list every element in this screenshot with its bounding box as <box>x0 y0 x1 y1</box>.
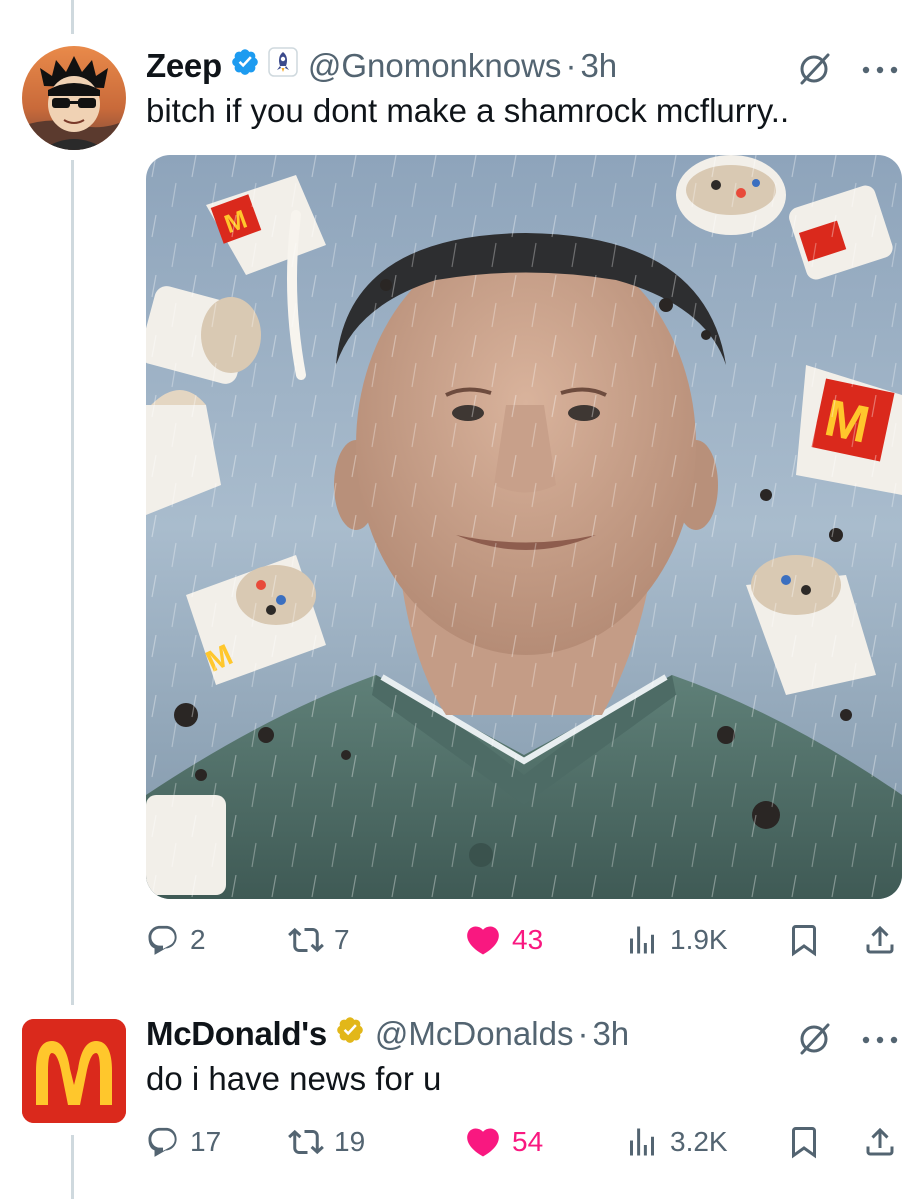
like-icon <box>467 1128 499 1157</box>
display-name[interactable]: McDonald's <box>146 1015 327 1053</box>
more-icon[interactable] <box>862 62 898 80</box>
like-button[interactable]: 54 <box>464 1120 543 1164</box>
action-bar: 2 7 43 1.9K <box>146 918 902 962</box>
tweet-header: Zeep @Gnomonknows · 3h <box>146 44 617 88</box>
reply-button[interactable]: 17 <box>146 1120 221 1164</box>
timestamp[interactable]: 3h <box>592 1015 629 1053</box>
reply-icon <box>148 1127 177 1157</box>
timestamp[interactable]: 3h <box>580 47 617 85</box>
repost-button[interactable]: 19 <box>288 1120 365 1164</box>
like-icon <box>467 926 499 955</box>
repost-icon <box>288 1129 324 1155</box>
bookmark-icon <box>792 925 816 957</box>
avatar-zeep[interactable] <box>22 46 126 150</box>
tweet-text: bitch if you dont make a shamrock mcflur… <box>146 92 790 129</box>
views-icon <box>630 1128 654 1156</box>
reply-count: 17 <box>190 1126 222 1157</box>
user-handle[interactable]: @Gnomonknows <box>308 47 562 85</box>
share-icon <box>866 925 894 954</box>
bookmark-button[interactable] <box>786 1120 822 1164</box>
share-icon <box>866 1127 894 1156</box>
tweet-text: do i have news for u <box>146 1060 442 1097</box>
grok-icon[interactable] <box>795 1020 833 1063</box>
tweet-zeep[interactable]: Zeep @Gnomonknows · 3h bitch if you dont… <box>0 0 923 990</box>
views-icon <box>630 926 654 954</box>
reply-button[interactable]: 2 <box>146 918 206 962</box>
reply-count: 2 <box>190 924 206 955</box>
affiliate-badge-icon[interactable] <box>268 47 298 85</box>
separator-dot: · <box>565 47 577 84</box>
repost-icon <box>288 927 324 953</box>
action-bar: 17 19 54 3.2K <box>146 1120 902 1164</box>
like-count: 54 <box>512 1126 544 1157</box>
grok-icon[interactable] <box>795 50 833 93</box>
tweet-header: McDonald's @McDonalds · 3h <box>146 1012 629 1056</box>
separator-dot: · <box>577 1015 589 1052</box>
like-button[interactable]: 43 <box>464 918 543 962</box>
verified-badge-icon <box>230 47 260 85</box>
repost-count: 19 <box>334 1126 366 1157</box>
share-button[interactable] <box>862 1120 898 1164</box>
view-count: 1.9K <box>670 924 728 955</box>
views-button[interactable]: 3.2K <box>624 1120 728 1164</box>
repost-count: 7 <box>334 924 350 955</box>
bookmark-icon <box>792 1127 816 1159</box>
verified-org-badge-icon <box>335 1015 365 1053</box>
view-count: 3.2K <box>670 1126 728 1157</box>
more-icon[interactable] <box>862 1032 898 1050</box>
display-name[interactable]: Zeep <box>146 47 222 85</box>
views-button[interactable]: 1.9K <box>624 918 728 962</box>
like-count: 43 <box>512 924 544 955</box>
bookmark-button[interactable] <box>786 918 822 962</box>
repost-button[interactable]: 7 <box>288 918 350 962</box>
tweet-mcdonalds[interactable]: McDonald's @McDonalds · 3h do i have new… <box>0 990 923 1199</box>
tweet-image[interactable]: M M <box>146 155 902 899</box>
share-button[interactable] <box>862 918 898 962</box>
user-handle[interactable]: @McDonalds <box>375 1015 574 1053</box>
reply-icon <box>148 925 177 955</box>
avatar-mcdonalds[interactable] <box>22 1019 126 1123</box>
